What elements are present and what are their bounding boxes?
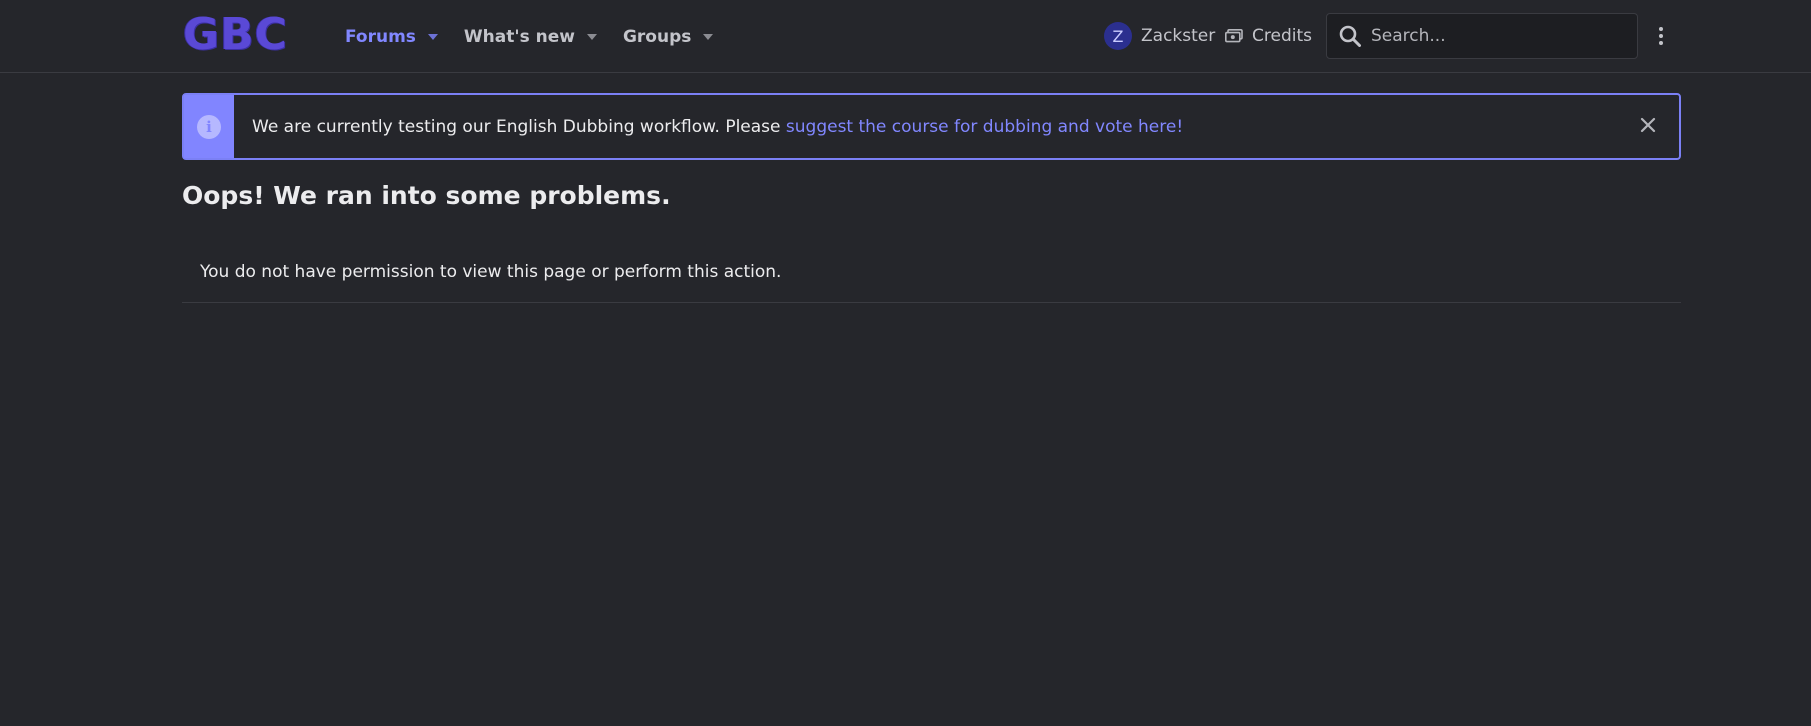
money-icon xyxy=(1225,29,1243,43)
notice-icon-bar: i xyxy=(184,95,234,158)
chevron-down-icon[interactable] xyxy=(427,34,438,40)
credits-label: Credits xyxy=(1252,26,1312,46)
error-block: You do not have permission to view this … xyxy=(182,247,1681,303)
site-header: GBC Forums What's new Groups Z Zackster … xyxy=(0,0,1811,73)
notice-banner: i We are currently testing our English D… xyxy=(182,93,1681,160)
search-icon xyxy=(1339,25,1361,47)
vertical-ellipsis-icon[interactable] xyxy=(1656,24,1666,48)
site-logo[interactable]: GBC xyxy=(183,12,288,58)
page-title: Oops! We ran into some problems. xyxy=(182,181,671,210)
user-menu[interactable]: Z Zackster xyxy=(1104,21,1215,51)
nav-whats-new[interactable]: What's new xyxy=(464,27,597,47)
credits-link[interactable]: Credits xyxy=(1225,22,1312,50)
notice-text: We are currently testing our English Dub… xyxy=(252,117,1183,137)
main-nav: Forums What's new Groups xyxy=(345,0,739,73)
nav-groups[interactable]: Groups xyxy=(622,26,714,47)
username: Zackster xyxy=(1141,26,1216,46)
chevron-down-icon[interactable] xyxy=(586,34,597,40)
close-icon[interactable] xyxy=(1637,114,1659,136)
avatar: Z xyxy=(1104,22,1132,50)
nav-groups-label: Groups xyxy=(622,26,692,47)
chevron-down-icon[interactable] xyxy=(703,34,714,40)
nav-whats-new-label: What's new xyxy=(463,26,575,47)
notice-link[interactable]: suggest the course for dubbing and vote … xyxy=(786,117,1183,137)
nav-forums[interactable]: Forums xyxy=(345,27,438,47)
search-box[interactable] xyxy=(1326,13,1638,59)
notice-message: We are currently testing our English Dub… xyxy=(252,116,786,137)
nav-forums-label: Forums xyxy=(345,26,416,47)
search-input[interactable] xyxy=(1369,25,1609,47)
info-icon: i xyxy=(197,114,221,139)
error-message: You do not have permission to view this … xyxy=(200,261,782,282)
